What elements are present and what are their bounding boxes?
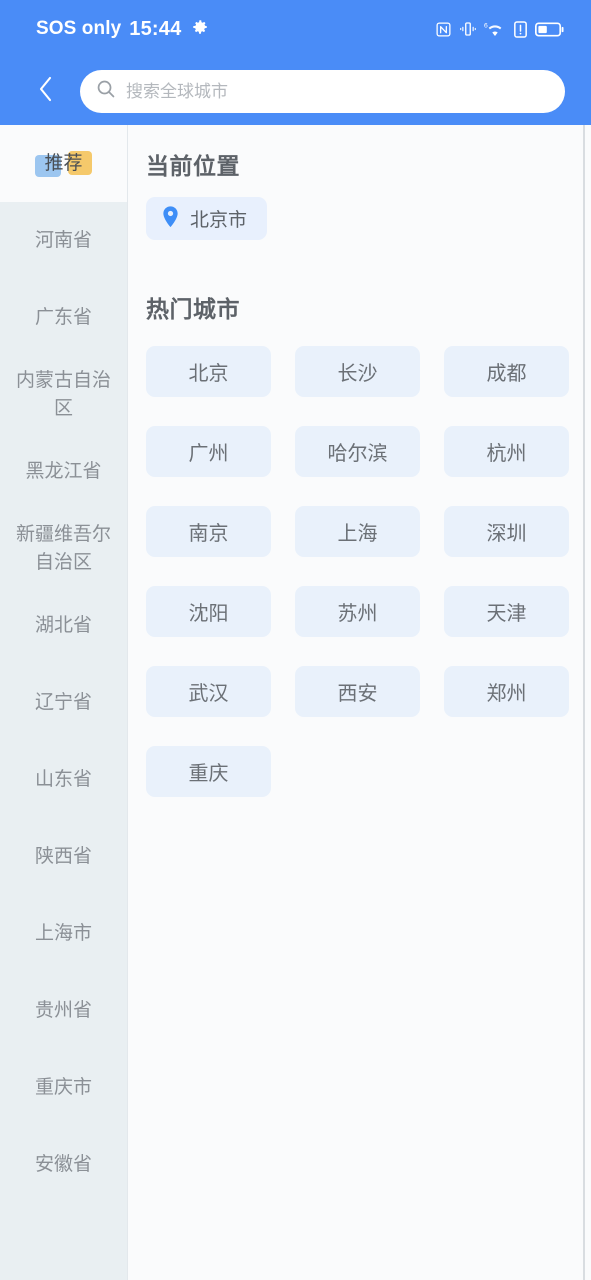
city-chip[interactable]: 广州 (146, 426, 271, 477)
current-location-title: 当前位置 (146, 153, 240, 179)
city-chip[interactable]: 郑州 (444, 666, 569, 717)
status-bar-left: SOS only 15:44 (36, 18, 209, 41)
vertical-scrollbar[interactable] (583, 125, 585, 1280)
hot-cities-grid: 北京 长沙 成都广州 哈尔滨 杭州南京 上海 深圳沈阳 苏州 天津武汉 西安 郑州重庆 (146, 346, 569, 797)
carrier-label: SOS only (36, 18, 122, 39)
sidebar-item-label: 贵州省 (34, 999, 92, 1021)
sidebar-item-0[interactable]: 推荐 (0, 125, 127, 202)
sidebar-item-9[interactable]: 陕西省 (0, 818, 127, 895)
sidebar-item-label: 新疆维吾尔自治区 (15, 523, 111, 573)
search-bar[interactable] (80, 70, 565, 113)
sidebar-item-1[interactable]: 河南省 (0, 202, 127, 279)
battery-icon (535, 21, 565, 38)
city-chip[interactable]: 成都 (444, 346, 569, 397)
wifi-6-icon: 6 (484, 20, 506, 38)
location-pin-icon (162, 205, 179, 232)
sidebar-item-label: 安徽省 (34, 1153, 92, 1175)
province-list: 推荐河南省广东省内蒙古自治区黑龙江省新疆维吾尔自治区湖北省辽宁省山东省陕西省上海… (0, 125, 127, 1203)
city-chip[interactable]: 天津 (444, 586, 569, 637)
city-picker-screen: SOS only 15:44 6 搜索全球城市 推荐 河南省 广东省 内蒙古自治… (0, 0, 591, 1280)
search-input[interactable] (126, 81, 549, 102)
sidebar-item-12[interactable]: 重庆市 (0, 1049, 127, 1126)
city-chip[interactable]: 西安 (295, 666, 420, 717)
sidebar-item-label: 山东省 (34, 768, 92, 790)
city-chip[interactable]: 杭州 (444, 426, 569, 477)
city-chip[interactable]: 上海 (295, 506, 420, 557)
city-chip[interactable]: 沈阳 (146, 586, 271, 637)
current-location-name: 北京市 (190, 210, 248, 231)
sidebar-item-label: 内蒙古自治区 (15, 369, 111, 419)
sidebar-item-3[interactable]: 内蒙古自治区 (0, 356, 127, 433)
back-button[interactable] (24, 70, 68, 114)
sidebar-item-label: 推荐 (35, 150, 92, 178)
sidebar-item-label: 重庆市 (34, 1076, 92, 1098)
status-bar-right: 6 (435, 20, 565, 38)
city-chip[interactable]: 深圳 (444, 506, 569, 557)
province-sidebar[interactable]: 推荐河南省广东省内蒙古自治区黑龙江省新疆维吾尔自治区湖北省辽宁省山东省陕西省上海… (0, 125, 128, 1280)
app-header (0, 58, 591, 125)
sidebar-item-8[interactable]: 山东省 (0, 741, 127, 818)
city-chip[interactable]: 长沙 (295, 346, 420, 397)
sidebar-item-label: 辽宁省 (34, 691, 92, 713)
city-chip[interactable]: 重庆 (146, 746, 271, 797)
sidebar-item-2[interactable]: 广东省 (0, 279, 127, 356)
city-chip[interactable]: 哈尔滨 (295, 426, 420, 477)
city-chip[interactable]: 北京 (146, 346, 271, 397)
search-icon (96, 79, 116, 104)
city-chip[interactable]: 苏州 (295, 586, 420, 637)
hot-cities-title: 热门城市 (146, 296, 240, 322)
current-location-chip[interactable]: 北京市 (146, 197, 268, 240)
sidebar-item-label: 广东省 (34, 306, 92, 328)
sidebar-item-13[interactable]: 安徽省 (0, 1126, 127, 1203)
chevron-left-icon (33, 74, 59, 109)
sidebar-item-label: 湖北省 (34, 614, 92, 636)
sidebar-item-5[interactable]: 新疆维吾尔自治区 (0, 510, 127, 587)
alert-icon (513, 20, 528, 38)
clock-label: 15:44 (129, 17, 182, 40)
sidebar-item-label: 黑龙江省 (25, 460, 102, 482)
nfc-icon (435, 21, 452, 38)
sidebar-item-6[interactable]: 湖北省 (0, 587, 127, 664)
svg-text:6: 6 (484, 22, 488, 29)
sidebar-item-10[interactable]: 上海市 (0, 895, 127, 972)
sidebar-item-label: 陕西省 (34, 845, 92, 867)
city-chip[interactable]: 武汉 (146, 666, 271, 717)
sidebar-item-11[interactable]: 贵州省 (0, 972, 127, 1049)
sidebar-item-label: 河南省 (34, 229, 92, 251)
city-chip[interactable]: 南京 (146, 506, 271, 557)
vibrate-icon (459, 20, 477, 38)
sidebar-item-label: 上海市 (34, 922, 92, 944)
city-panel: 当前位置 北京市 热门城市 北京 长沙 成都广州 哈尔滨 杭州南京 上海 深圳沈阳 苏州 天津武… (128, 125, 591, 1280)
content-area: 推荐 河南省 广东省 内蒙古自治区 黑龙江省 新疆维吾尔自治区 湖北省 辽宁省 山东省 陕西省 上海… (0, 125, 591, 1280)
status-bar: SOS only 15:44 6 (0, 0, 591, 58)
sidebar-item-4[interactable]: 黑龙江省 (0, 433, 127, 510)
gear-icon (191, 18, 209, 41)
sidebar-item-7[interactable]: 辽宁省 (0, 664, 127, 741)
